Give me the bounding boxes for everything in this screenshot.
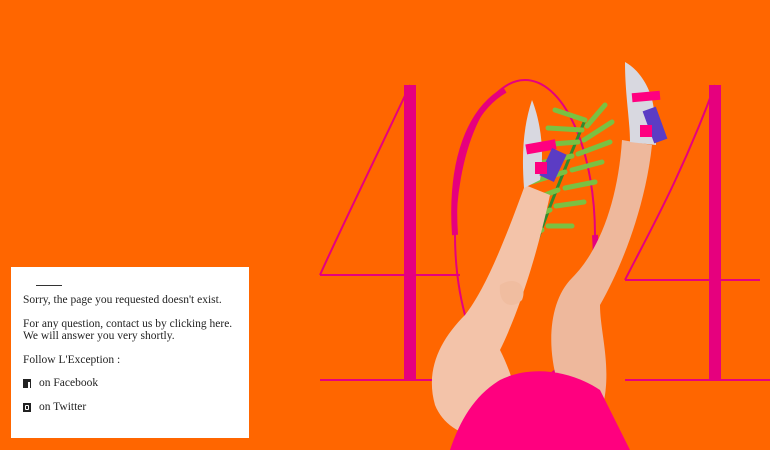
twitter-icon	[23, 402, 31, 412]
twitter-link[interactable]: on Twitter	[23, 401, 237, 413]
not-found-notice: Sorry, the page you requested doesn't ex…	[11, 267, 249, 438]
facebook-link-label: on Facebook	[39, 377, 99, 389]
follow-label: Follow L'Exception :	[23, 354, 121, 366]
error-code-graphic	[319, 79, 770, 391]
contact-link[interactable]: For any question, contact us by clicking…	[23, 318, 237, 330]
contact-note: We will answer you very shortly.	[23, 330, 175, 342]
twitter-link-label: on Twitter	[39, 401, 87, 413]
hero-404-illustration	[300, 50, 770, 450]
facebook-link[interactable]: on Facebook	[23, 377, 237, 389]
error-message: Sorry, the page you requested doesn't ex…	[23, 294, 222, 306]
facebook-icon	[23, 378, 31, 388]
divider	[36, 285, 62, 286]
legs-graphic	[431, 62, 668, 450]
